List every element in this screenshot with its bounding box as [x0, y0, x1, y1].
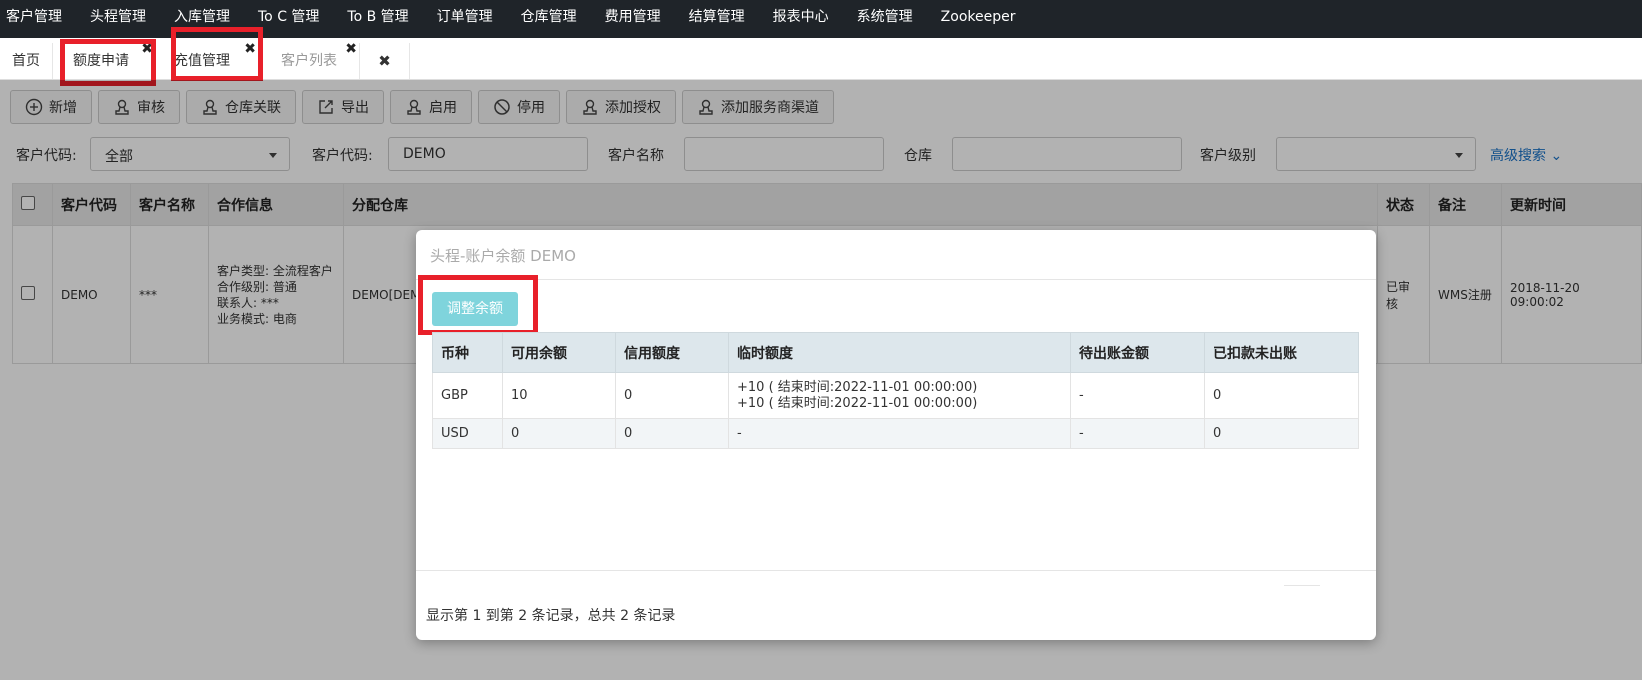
nav-inbound[interactable]: 入库管理	[160, 0, 244, 38]
account-balance-modal: 头程-账户余额 DEMO 调整余额 币种 可用余额 信用额度 临时额度 待出账金…	[416, 230, 1376, 640]
temp-line: +10 ( 结束时间:2022-11-01 00:00:00)	[737, 379, 978, 395]
table-row: GBP 10 0 +10 ( 结束时间:2022-11-01 00:00:00)…	[432, 372, 1359, 419]
col-available: 可用余额	[502, 332, 616, 373]
tab-bar: 首页 额度申请 ✖ 充值管理 ✖ 客户列表 ✖ ✖	[0, 38, 1642, 80]
nav-tob[interactable]: To B 管理	[333, 0, 422, 38]
nav-toc[interactable]: To C 管理	[244, 0, 333, 38]
tab-customer-list[interactable]: 客户列表 ✖	[259, 41, 360, 79]
tab-home-label: 首页	[12, 53, 40, 69]
modal-backdrop[interactable]: 头程-账户余额 DEMO 调整余额 币种 可用余额 信用额度 临时额度 待出账金…	[0, 80, 1642, 680]
nav-reports[interactable]: 报表中心	[759, 0, 843, 38]
cell-available: 10	[502, 372, 616, 419]
cell-temp: +10 ( 结束时间:2022-11-01 00:00:00) +10 ( 结束…	[728, 372, 1071, 419]
adjust-balance-button[interactable]: 调整余额	[432, 292, 518, 326]
tab-recharge[interactable]: 充值管理 ✖	[156, 41, 259, 79]
nav-customer[interactable]: 客户管理	[0, 0, 76, 38]
tab-home[interactable]: 首页	[0, 43, 53, 79]
nav-settlement[interactable]: 结算管理	[675, 0, 759, 38]
nav-warehouse[interactable]: 仓库管理	[507, 0, 591, 38]
balance-table: 币种 可用余额 信用额度 临时额度 待出账金额 已扣款未出账 GBP 10 0 …	[432, 332, 1359, 449]
cell-deducted: 0	[1204, 372, 1359, 419]
col-credit: 信用额度	[615, 332, 729, 373]
cell-pending: -	[1070, 372, 1205, 419]
table-header-row: 币种 可用余额 信用额度 临时额度 待出账金额 已扣款未出账	[432, 332, 1359, 373]
nav-zookeeper[interactable]: Zookeeper	[927, 0, 1030, 38]
nav-orders[interactable]: 订单管理	[423, 0, 507, 38]
cell-currency: USD	[432, 418, 503, 449]
close-icon[interactable]: ✖	[244, 41, 256, 57]
cell-credit: 0	[615, 372, 729, 419]
top-nav: 客户管理 头程管理 入库管理 To C 管理 To B 管理 订单管理 仓库管理…	[0, 0, 1642, 38]
col-currency: 币种	[432, 332, 503, 373]
modal-title: 头程-账户余额 DEMO	[416, 230, 1376, 280]
col-deducted: 已扣款未出账	[1204, 332, 1359, 373]
close-all-tabs-button[interactable]: ✖	[360, 43, 410, 79]
nav-first-leg[interactable]: 头程管理	[76, 0, 160, 38]
col-temp: 临时额度	[728, 332, 1071, 373]
pagination-info: 显示第 1 到第 2 条记录，总共 2 条记录	[426, 608, 676, 624]
nav-fees[interactable]: 费用管理	[591, 0, 675, 38]
modal-divider	[416, 570, 1376, 571]
divider	[1284, 585, 1320, 586]
cell-deducted: 0	[1204, 418, 1359, 449]
table-row: USD 0 0 - - 0	[432, 418, 1359, 449]
cell-pending: -	[1070, 418, 1205, 449]
col-pending: 待出账金额	[1070, 332, 1205, 373]
cell-temp: -	[728, 418, 1071, 449]
nav-system[interactable]: 系统管理	[843, 0, 927, 38]
tab-recharge-label: 充值管理	[174, 53, 230, 69]
cell-currency: GBP	[432, 372, 503, 419]
cell-credit: 0	[615, 418, 729, 449]
tab-credit-apply[interactable]: 额度申请 ✖	[53, 41, 156, 79]
close-icon[interactable]: ✖	[141, 41, 153, 57]
temp-line: +10 ( 结束时间:2022-11-01 00:00:00)	[737, 395, 978, 411]
close-icon[interactable]: ✖	[345, 41, 357, 57]
cell-available: 0	[502, 418, 616, 449]
tab-credit-apply-label: 额度申请	[73, 53, 129, 69]
tab-customer-list-label: 客户列表	[281, 53, 337, 69]
